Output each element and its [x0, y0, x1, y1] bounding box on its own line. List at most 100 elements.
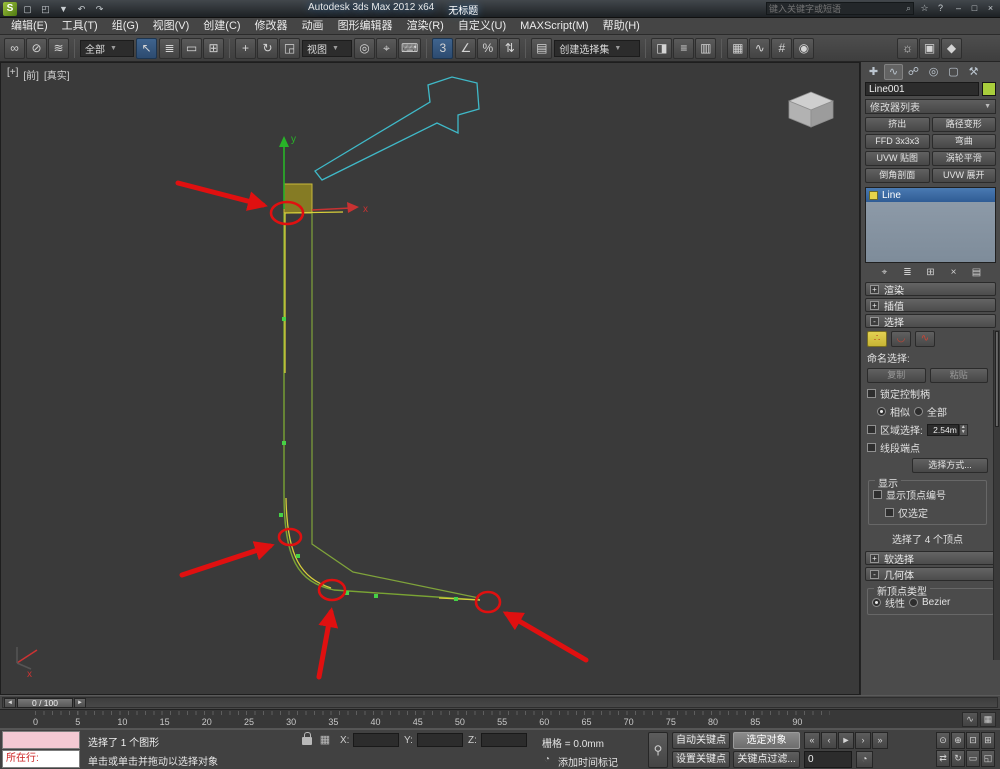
toolbar-button[interactable]: 3 [432, 37, 454, 59]
copy-button[interactable]: 复制 [867, 368, 926, 383]
nav-button[interactable]: ⊞ [981, 732, 995, 749]
modifier-preset-button[interactable]: 倒角剖面 [865, 168, 930, 183]
rollout-soft-selection[interactable]: + 软选择 [865, 551, 996, 566]
track-bar-tool-button[interactable]: ▦ [980, 712, 996, 727]
modifier-preset-button[interactable]: UVW 展开 [931, 168, 996, 183]
lock-handles-checkbox[interactable] [867, 389, 876, 398]
z-coordinate-field[interactable] [481, 733, 527, 747]
playback-button[interactable]: ► [838, 732, 854, 749]
viewport-pov-menu[interactable]: [前] [23, 67, 39, 82]
toolbar-button[interactable]: ▤ [531, 37, 553, 59]
menu-item[interactable]: 帮助(H) [596, 18, 647, 34]
stack-entry-line[interactable]: Line [866, 188, 995, 202]
toolbar-button[interactable]: ◉ [793, 37, 815, 59]
current-frame-field[interactable]: 0 [804, 751, 852, 768]
front-viewport[interactable]: [+] [前] [真实] y x x [0, 62, 860, 695]
toolbar-button[interactable]: ≡ [673, 37, 695, 59]
window-control-button[interactable]: – [951, 2, 966, 15]
previous-frame-arrow[interactable]: ◄ [4, 698, 16, 708]
select-by-button[interactable]: 选择方式... [912, 458, 988, 473]
toolbar-button[interactable]: ↻ [257, 37, 278, 59]
rollout-render[interactable]: + 渲染 [865, 282, 996, 297]
modifier-preset-button[interactable]: 挤出 [865, 117, 930, 132]
toolbar-button[interactable]: ◨ [651, 37, 673, 59]
infocenter-button[interactable]: ☆ [917, 2, 932, 15]
toolbar-button[interactable]: ◎ [354, 37, 375, 59]
object-color-swatch[interactable] [982, 82, 996, 96]
bezier-vertex-radio[interactable] [909, 598, 918, 607]
toolbar-button[interactable]: ⊞ [203, 37, 224, 59]
spinner-arrows-icon[interactable]: ▲ ▼ [958, 423, 968, 436]
stack-tool-button[interactable]: ▤ [969, 266, 985, 279]
toolbar-button[interactable]: ≋ [48, 37, 69, 59]
area-selection-checkbox[interactable] [867, 425, 876, 434]
maxscript-listener-line[interactable]: 所在行: [2, 750, 80, 768]
menu-item[interactable]: MAXScript(M) [513, 18, 595, 34]
set-key-button[interactable]: 设置关键点 [672, 751, 730, 768]
toolbar-button[interactable]: ☼ [897, 37, 918, 59]
selected-object-dropdown[interactable]: 选定对象 [733, 732, 800, 749]
playback-button[interactable]: « [804, 732, 820, 749]
absolute-mode-icon[interactable]: ▦ [318, 733, 332, 747]
time-slider-handle[interactable]: 0 / 100 [17, 698, 73, 708]
playback-button[interactable]: › [855, 732, 871, 749]
stack-tool-button[interactable]: × [946, 266, 962, 279]
quick-access-button[interactable]: ▼ [55, 2, 72, 16]
quick-access-button[interactable]: ▢ [19, 2, 36, 16]
window-control-button[interactable]: × [983, 2, 998, 15]
window-control-button[interactable]: □ [967, 2, 982, 15]
modifier-preset-button[interactable]: 弯曲 [931, 134, 996, 149]
all-radio[interactable] [914, 407, 923, 416]
time-configuration-button[interactable]: ◔ [856, 751, 873, 768]
modifier-stack[interactable]: Line [865, 187, 996, 263]
toolbar-button[interactable]: ⊘ [26, 37, 47, 59]
toolbar-button[interactable]: ▭ [181, 37, 202, 59]
track-bar[interactable]: 0 5 10 15 20 25 30 35 40 45 50 55 60 65 70 75 80 85 90 ∿ ▦ [0, 709, 1000, 729]
auto-key-button[interactable]: 自动关键点 [672, 732, 730, 749]
track-bar-tool-button[interactable]: ∿ [962, 712, 978, 727]
maxscript-mini-listener[interactable] [2, 731, 80, 749]
toolbar-button[interactable]: ∞ [4, 37, 25, 59]
quick-access-button[interactable]: ↷ [91, 2, 108, 16]
nav-button[interactable]: ⊙ [936, 732, 950, 749]
toolbar-button[interactable]: ⌨ [398, 37, 422, 59]
nav-button[interactable]: ◱ [981, 750, 995, 767]
infocenter-button[interactable]: ? [933, 2, 948, 15]
stack-tool-button[interactable]: ≣ [900, 266, 916, 279]
menu-item[interactable]: 工具(T) [55, 18, 105, 34]
panel-tab[interactable]: ⚒ [964, 64, 983, 80]
time-slider-track[interactable]: ◄ 0 / 100 ► [2, 697, 998, 708]
toolbar-button[interactable]: % [477, 37, 499, 59]
stack-tool-button[interactable]: ⌖ [877, 266, 893, 279]
nav-button[interactable]: ⇄ [936, 750, 950, 767]
quick-access-button[interactable]: ↶ [73, 2, 90, 16]
reference-coordinate-dropdown[interactable]: 视图 ▼ [302, 39, 352, 57]
menu-item[interactable]: 创建(C) [196, 18, 247, 34]
toolbar-button[interactable]: ⌖ [376, 37, 397, 59]
toolbar-button[interactable]: # [771, 37, 793, 59]
rollout-interpolation[interactable]: + 插值 [865, 298, 996, 313]
toolbar-button[interactable]: ≣ [159, 37, 180, 59]
viewport-general-menu[interactable]: [+] [7, 67, 18, 82]
area-threshold-value[interactable]: 2.54m [926, 423, 959, 436]
toolbar-button[interactable]: ⇅ [499, 37, 521, 59]
add-time-tag[interactable]: 添加时间标记 [558, 754, 618, 769]
stack-tool-button[interactable]: ⊞ [923, 266, 939, 279]
modifier-list-dropdown[interactable]: 修改器列表 ▼ [865, 99, 996, 114]
rollout-selection[interactable]: - 选择 [865, 314, 996, 329]
set-keys-button[interactable]: ⚲ [648, 732, 668, 768]
segment-end-checkbox[interactable] [867, 443, 876, 452]
modifier-preset-button[interactable]: FFD 3x3x3 [865, 134, 930, 149]
viewcube[interactable] [787, 91, 835, 128]
playback-button[interactable]: » [872, 732, 888, 749]
panel-tab[interactable]: ∿ [884, 64, 903, 80]
panel-tab[interactable]: ✚ [864, 64, 883, 80]
panel-scrollbar[interactable] [993, 330, 1000, 660]
modifier-preset-button[interactable]: 涡轮平滑 [931, 151, 996, 166]
named-selection-sets-dropdown[interactable]: 创建选择集 ▼ [554, 39, 641, 57]
nav-button[interactable]: ⊕ [951, 732, 965, 749]
search-icon[interactable]: ⌕ [906, 3, 911, 14]
y-coordinate-field[interactable] [417, 733, 463, 747]
toolbar-button[interactable]: ∠ [455, 37, 477, 59]
subobject-button[interactable]: ∴ [867, 331, 887, 347]
